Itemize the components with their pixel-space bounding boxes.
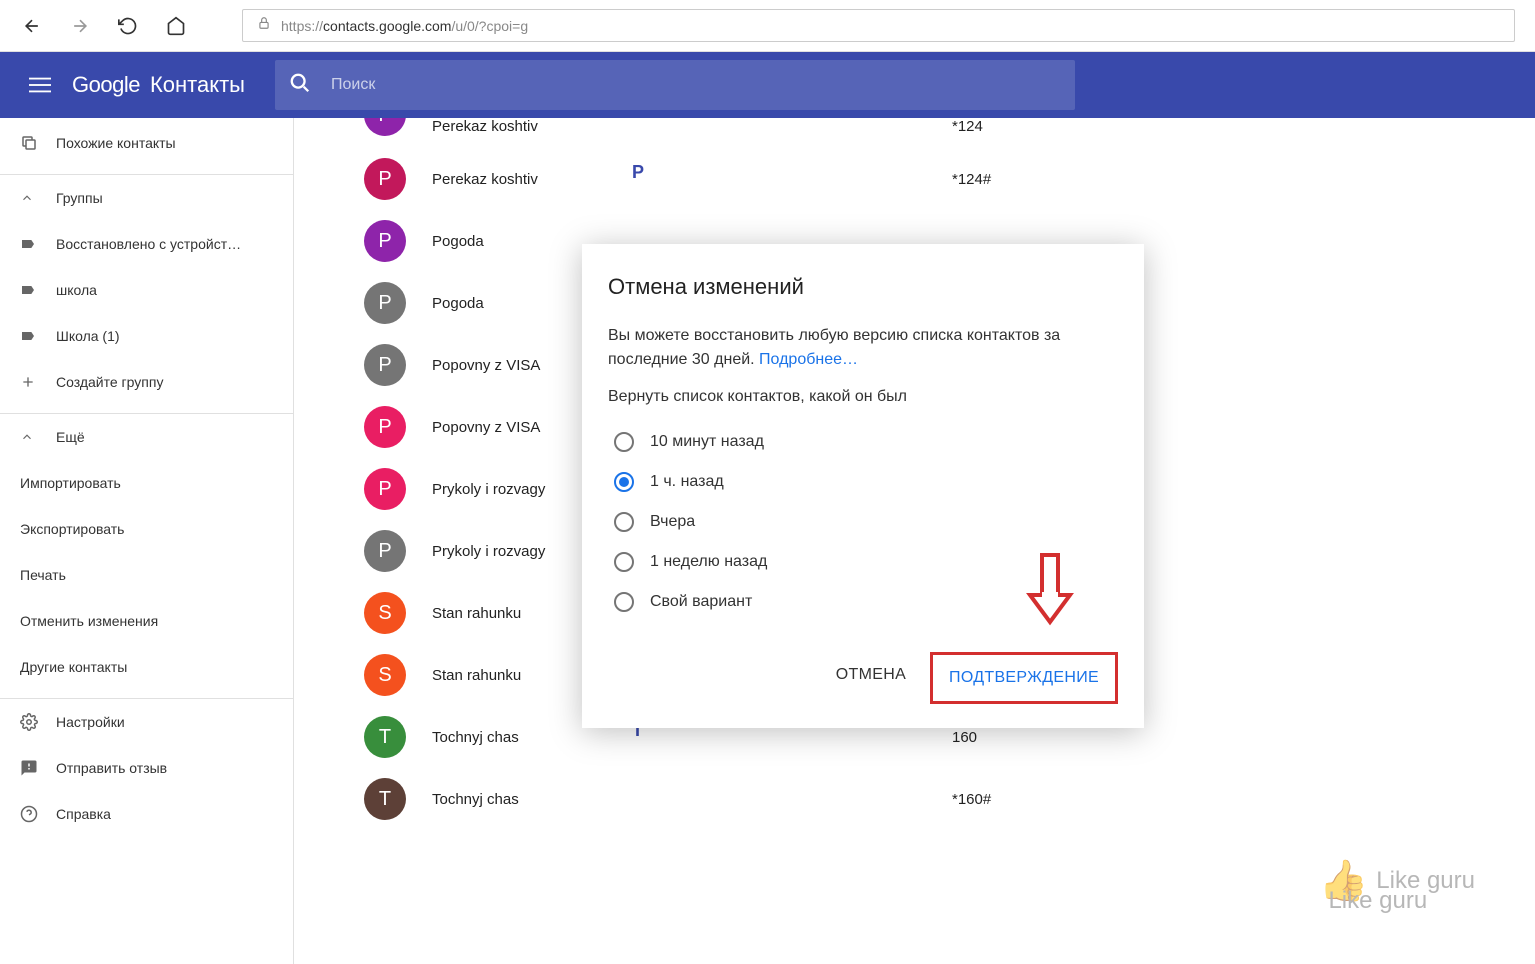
dialog-subtitle: Вернуть список контактов, какой он был bbox=[608, 388, 1118, 406]
address-bar[interactable]: https://contacts.google.com/u/0/?cpoi=g bbox=[242, 9, 1515, 42]
refresh-button[interactable] bbox=[116, 14, 140, 38]
dialog-description: Вы можете восстановить любую версию спис… bbox=[608, 324, 1118, 372]
label-icon bbox=[20, 328, 48, 344]
radio-button[interactable] bbox=[614, 512, 634, 532]
sidebar-undo[interactable]: Отменить изменения bbox=[0, 598, 293, 644]
back-button[interactable] bbox=[20, 14, 44, 38]
lock-icon bbox=[257, 16, 271, 35]
search-input[interactable] bbox=[331, 76, 1061, 94]
contact-name: Perekaz koshtiv bbox=[432, 171, 952, 188]
menu-button[interactable] bbox=[16, 74, 64, 96]
contact-row[interactable]: P Perekaz koshtiv*124 bbox=[294, 118, 1535, 148]
avatar: P bbox=[364, 530, 406, 572]
contact-name: Tochnyj chas bbox=[432, 729, 952, 746]
contact-phone: *124 bbox=[952, 118, 983, 135]
sidebar-other[interactable]: Другие контакты bbox=[0, 644, 293, 690]
avatar: P bbox=[364, 468, 406, 510]
search-box[interactable] bbox=[275, 60, 1075, 110]
radio-label: 1 неделю назад bbox=[650, 553, 767, 571]
radio-option[interactable]: Вчера bbox=[608, 502, 1118, 542]
sidebar-print[interactable]: Печать bbox=[0, 552, 293, 598]
chevron-up-icon bbox=[20, 430, 48, 444]
avatar: S bbox=[364, 592, 406, 634]
sidebar-more-header[interactable]: Ещё bbox=[0, 414, 293, 460]
avatar: P bbox=[364, 344, 406, 386]
avatar: P bbox=[364, 118, 406, 136]
radio-button[interactable] bbox=[614, 552, 634, 572]
sidebar-create-group[interactable]: Создайте группу bbox=[0, 359, 293, 405]
radio-option[interactable]: 1 ч. назад bbox=[608, 462, 1118, 502]
sidebar-settings[interactable]: Настройки bbox=[0, 699, 293, 745]
sidebar-feedback[interactable]: Отправить отзыв bbox=[0, 745, 293, 791]
sidebar: Похожие контакты Группы Восстановлено с … bbox=[0, 118, 294, 964]
plus-icon bbox=[20, 374, 48, 390]
label-icon bbox=[20, 236, 48, 252]
search-icon bbox=[289, 72, 311, 99]
contact-name: Tochnyj chas bbox=[432, 791, 952, 808]
sidebar-help[interactable]: Справка bbox=[0, 791, 293, 837]
sidebar-import[interactable]: Импортировать bbox=[0, 460, 293, 506]
undo-changes-dialog: Отмена изменений Вы можете восстановить … bbox=[582, 244, 1144, 728]
contact-phone: *160# bbox=[952, 791, 991, 808]
section-letter: P bbox=[632, 162, 662, 183]
sidebar-export[interactable]: Экспортировать bbox=[0, 506, 293, 552]
app-header: Google Контакты bbox=[0, 52, 1535, 118]
sidebar-group-school[interactable]: школа bbox=[0, 267, 293, 313]
cancel-button[interactable]: ОТМЕНА bbox=[820, 652, 922, 704]
confirm-button[interactable]: ПОДТВЕРЖДЕНИЕ bbox=[930, 652, 1118, 704]
radio-button[interactable] bbox=[614, 592, 634, 612]
watermark: 👍 Like guru Like guru bbox=[1318, 857, 1475, 904]
home-button[interactable] bbox=[164, 14, 188, 38]
avatar: P bbox=[364, 406, 406, 448]
radio-button[interactable] bbox=[614, 472, 634, 492]
radio-label: 10 минут назад bbox=[650, 433, 764, 451]
url-text: https://contacts.google.com/u/0/?cpoi=g bbox=[281, 18, 528, 34]
dialog-title: Отмена изменений bbox=[608, 274, 1118, 300]
sidebar-groups-header[interactable]: Группы bbox=[0, 175, 293, 221]
avatar: T bbox=[364, 716, 406, 758]
feedback-icon bbox=[20, 759, 48, 777]
browser-toolbar: https://contacts.google.com/u/0/?cpoi=g bbox=[0, 0, 1535, 52]
radio-button[interactable] bbox=[614, 432, 634, 452]
radio-option[interactable]: 10 минут назад bbox=[608, 422, 1118, 462]
logo[interactable]: Google Контакты bbox=[72, 72, 245, 98]
avatar: P bbox=[364, 158, 406, 200]
forward-button[interactable] bbox=[68, 14, 92, 38]
avatar: T bbox=[364, 778, 406, 820]
sidebar-group-restored[interactable]: Восстановлено с устройст… bbox=[0, 221, 293, 267]
annotation-arrow bbox=[1020, 550, 1080, 635]
contact-phone: 160 bbox=[952, 729, 977, 746]
radio-label: Свой вариант bbox=[650, 593, 752, 611]
gear-icon bbox=[20, 713, 48, 731]
label-icon bbox=[20, 282, 48, 298]
sidebar-similar[interactable]: Похожие контакты bbox=[0, 120, 293, 166]
avatar: S bbox=[364, 654, 406, 696]
radio-label: 1 ч. назад bbox=[650, 473, 724, 491]
avatar: P bbox=[364, 282, 406, 324]
learn-more-link[interactable]: Подробнее… bbox=[759, 351, 858, 368]
contact-phone: *124# bbox=[952, 171, 991, 188]
chevron-up-icon bbox=[20, 191, 48, 205]
avatar: P bbox=[364, 220, 406, 262]
contact-row[interactable]: T Tochnyj chas*160# bbox=[294, 768, 1535, 830]
radio-label: Вчера bbox=[650, 513, 695, 531]
contact-name: Perekaz koshtiv bbox=[432, 118, 952, 135]
copy-icon bbox=[20, 134, 48, 152]
sidebar-group-school1[interactable]: Школа (1) bbox=[0, 313, 293, 359]
contact-row[interactable]: PPerekaz koshtiv*124# bbox=[294, 148, 1535, 210]
help-icon bbox=[20, 805, 48, 823]
